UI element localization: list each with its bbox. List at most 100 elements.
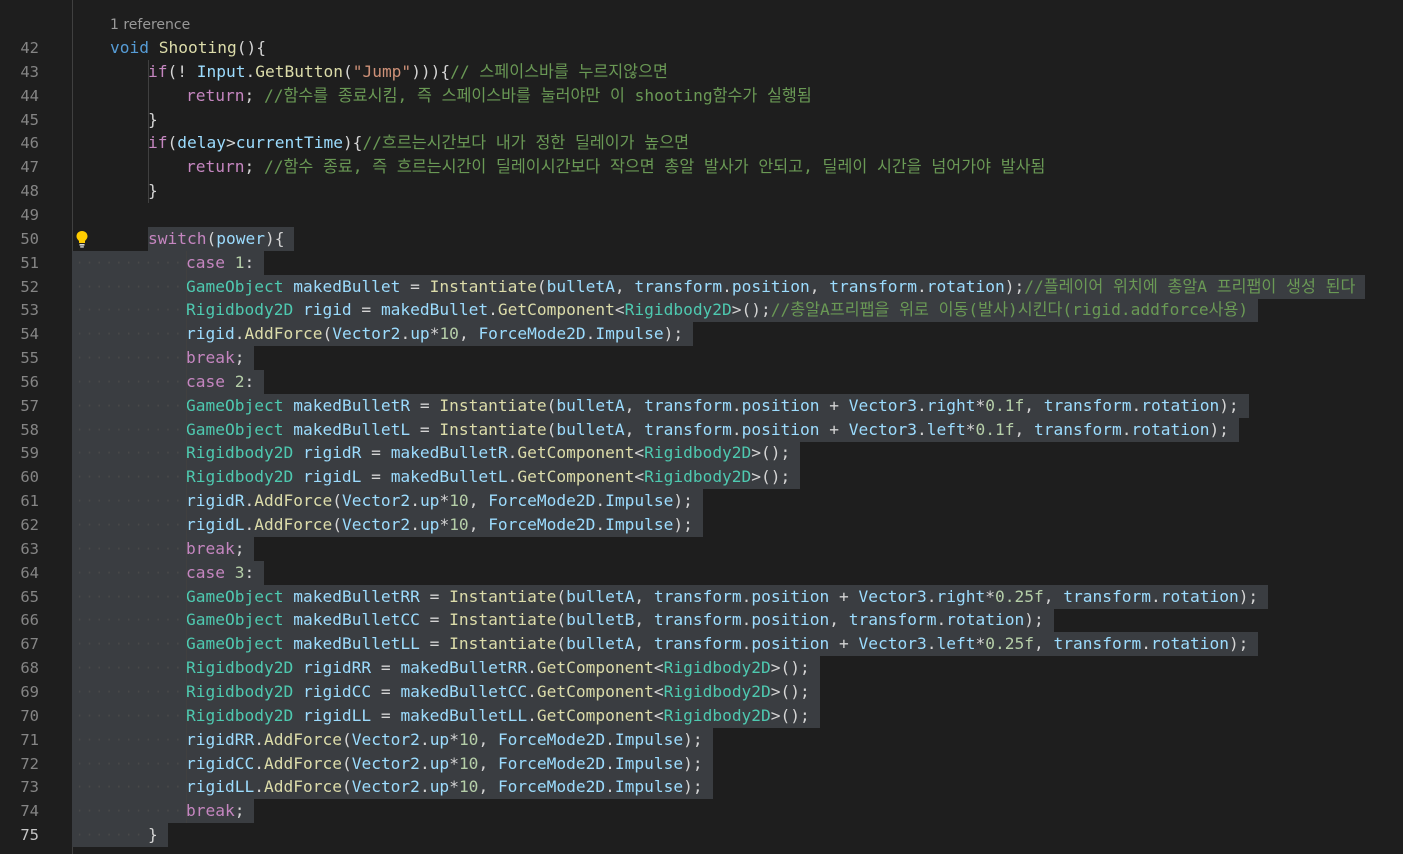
code-token: position bbox=[741, 419, 820, 439]
codelens-references[interactable]: 1 reference bbox=[110, 15, 190, 35]
code-line[interactable]: 73··················rigidLL.AddForce(Vec… bbox=[0, 775, 1403, 800]
code-line[interactable]: 64 ·················· case 3: bbox=[0, 560, 1403, 585]
code-text[interactable]: GameObject makedBullet = Instantiate(bul… bbox=[186, 275, 1355, 299]
whitespace-dots: ·················· bbox=[76, 661, 182, 676]
code-line[interactable]: 74 ·················· break; bbox=[0, 799, 1403, 824]
code-line[interactable]: 56 ·················· case 2: bbox=[0, 369, 1403, 394]
code-line[interactable]: 61··················rigidR.AddForce(Vect… bbox=[0, 489, 1403, 514]
code-line[interactable]: 52 ·················· GameObject makedBull… bbox=[0, 274, 1403, 299]
code-token: // 스페이스바를 누르지않으면 bbox=[450, 61, 668, 81]
code-line[interactable]: 72··················rigidCC.AddForce(Vec… bbox=[0, 751, 1403, 776]
code-line[interactable]: 67 ·················· GameObject makedBull… bbox=[0, 632, 1403, 657]
code-line[interactable]: 68 ·················· Rigidbody2D rigidRR … bbox=[0, 656, 1403, 681]
whitespace-dots: ·················· bbox=[76, 494, 182, 509]
lightbulb-icon[interactable] bbox=[75, 230, 89, 248]
code-text[interactable]: Rigidbody2D rigid = makedBullet.GetCompo… bbox=[186, 298, 1248, 322]
code-text[interactable]: case 2: bbox=[186, 370, 254, 394]
code-line[interactable]: 43 if(! Input.GetButton("Jump"))){// 스페이스… bbox=[0, 60, 1403, 84]
line-number: 71 bbox=[20, 730, 39, 749]
code-text[interactable]: Rigidbody2D rigidR = makedBulletR.GetCom… bbox=[186, 441, 790, 465]
code-token: position bbox=[751, 586, 830, 606]
code-text[interactable]: return; //함수 종료, 즉 흐르는시간이 딜레이시간보다 작으면 총알… bbox=[186, 155, 1045, 179]
code-token: GameObject bbox=[186, 419, 284, 439]
code-text[interactable]: rigidCC.AddForce(Vector2.up*10, ForceMod… bbox=[186, 752, 703, 776]
code-line[interactable]: 71 ·················· rigidRR.AddForce(Vec… bbox=[0, 727, 1403, 752]
code-text[interactable]: void Shooting(){ bbox=[110, 36, 266, 60]
code-token: ( bbox=[341, 753, 352, 773]
code-text[interactable]: break; bbox=[186, 799, 244, 823]
code-text[interactable]: GameObject makedBulletRR = Instantiate(b… bbox=[186, 585, 1258, 609]
code-text[interactable]: rigid.AddForce(Vector2.up*10, ForceMode2… bbox=[186, 322, 683, 346]
code-token: : bbox=[244, 562, 255, 582]
code-line[interactable]: 70 ·················· Rigidbody2D rigidLL … bbox=[0, 703, 1403, 728]
code-line[interactable]: 42 void Shooting(){ bbox=[0, 36, 1403, 60]
code-line[interactable]: 63 ·················· break; bbox=[0, 536, 1403, 561]
code-text[interactable]: break; bbox=[186, 537, 244, 561]
code-line[interactable]: 45} bbox=[0, 108, 1403, 132]
code-token: transform bbox=[1063, 586, 1151, 606]
code-token: bulletA bbox=[546, 276, 615, 296]
code-token: ; bbox=[234, 801, 245, 821]
code-line[interactable]: 59 ·················· Rigidbody2D rigidR =… bbox=[0, 441, 1403, 466]
code-line[interactable]: 57 ·················· GameObject makedBull… bbox=[0, 393, 1403, 418]
code-line[interactable]: 49 bbox=[0, 203, 1403, 227]
code-line[interactable]: 53 ·················· Rigidbody2D rigid = … bbox=[0, 298, 1403, 323]
code-text[interactable]: if(! Input.GetButton("Jump"))){// 스페이스바를… bbox=[148, 60, 668, 84]
code-line[interactable]: 55 ·················· break; bbox=[0, 346, 1403, 371]
code-text[interactable]: GameObject makedBulletLL = Instantiate(b… bbox=[186, 632, 1248, 656]
code-text[interactable]: break; bbox=[186, 346, 244, 370]
code-text[interactable]: case 3: bbox=[186, 561, 254, 585]
code-text[interactable]: GameObject makedBulletR = Instantiate(bu… bbox=[186, 394, 1239, 418]
code-token: < bbox=[614, 300, 625, 320]
code-token: Rigidbody2D bbox=[186, 443, 294, 463]
code-token: makedBulletCC bbox=[400, 681, 528, 701]
code-line[interactable]: 51 ·················· case 1: bbox=[0, 250, 1403, 275]
whitespace-dots: ·················· bbox=[76, 613, 182, 628]
code-line[interactable]: 44 return; //함수를 종료시킴, 즉 스페이스바를 눌러야만 이 sh… bbox=[0, 84, 1403, 108]
code-token: left bbox=[936, 634, 976, 654]
code-line[interactable]: 75 ··················} bbox=[0, 823, 1403, 848]
code-token: , bbox=[478, 729, 498, 749]
code-token: rigidR bbox=[186, 491, 245, 511]
code-text[interactable]: return; //함수를 종료시킴, 즉 스페이스바를 눌러야만 이 shoo… bbox=[186, 84, 812, 108]
code-token: . bbox=[595, 491, 606, 511]
code-line[interactable]: 54 ·················· rigid. AddForce(Vecto… bbox=[0, 322, 1403, 347]
code-editor[interactable]: 1 reference 42 void Shooting(){43 if(! Inp… bbox=[0, 0, 1403, 854]
code-token: = bbox=[410, 395, 440, 415]
code-text[interactable]: Rigidbody2D rigidLL = makedBulletLL.GetC… bbox=[186, 704, 810, 728]
code-text[interactable]: GameObject makedBulletCC = Instantiate(b… bbox=[186, 608, 1044, 632]
code-line[interactable]: 69 ·················· Rigidbody2D rigidCC … bbox=[0, 679, 1403, 704]
code-line[interactable]: 48} bbox=[0, 179, 1403, 203]
code-token: Shooting bbox=[158, 38, 237, 57]
code-line[interactable]: 50 switch(power){ bbox=[0, 226, 1403, 251]
code-line[interactable]: 60 ·················· Rigidbody2D rigidL =… bbox=[0, 465, 1403, 490]
code-text[interactable]: rigidRR.AddForce(Vector2.up*10, ForceMod… bbox=[186, 728, 703, 752]
code-token: break bbox=[186, 801, 235, 821]
code-line[interactable]: 47 return; //함수 종료, 즉 흐르는시간이 딜레이시간보다 작으면 … bbox=[0, 155, 1403, 179]
code-text[interactable]: case 1: bbox=[186, 251, 254, 275]
code-text[interactable]: rigidL.AddForce(Vector2.up*10, ForceMode… bbox=[186, 513, 693, 537]
code-text[interactable]: switch(power){ bbox=[148, 227, 284, 251]
code-line[interactable]: 58 ·················· GameObject makedBull… bbox=[0, 417, 1403, 442]
whitespace-dots: ·················· bbox=[76, 732, 182, 747]
code-text[interactable]: if(delay>currentTime){//흐르는시간보다 내가 정한 딜레… bbox=[148, 131, 689, 155]
code-text[interactable]: Rigidbody2D rigidCC = makedBulletCC.GetC… bbox=[186, 680, 810, 704]
code-line[interactable]: 65 ·················· GameObject makedBull… bbox=[0, 584, 1403, 609]
code-token: < bbox=[653, 705, 664, 725]
code-text[interactable]: Rigidbody2D rigidRR = makedBulletRR.GetC… bbox=[186, 656, 810, 680]
code-line[interactable]: 62··················rigidL.AddForce(Vect… bbox=[0, 513, 1403, 537]
code-token: makedBullet bbox=[380, 300, 489, 320]
code-text[interactable]: rigidR.AddForce(Vector2.up*10, ForceMode… bbox=[186, 489, 693, 513]
code-text[interactable]: } bbox=[148, 179, 158, 203]
code-line[interactable]: 46 if(delay>currentTime){//흐르는시간보다 내가 정한 … bbox=[0, 131, 1403, 155]
code-token: , bbox=[1034, 634, 1054, 654]
code-text[interactable]: GameObject makedBulletL = Instantiate(bu… bbox=[186, 418, 1229, 442]
code-text[interactable]: Rigidbody2D rigidL = makedBulletL.GetCom… bbox=[186, 465, 790, 489]
code-line[interactable]: 66 ·················· GameObject makedBull… bbox=[0, 608, 1403, 633]
code-text[interactable]: rigidLL.AddForce(Vector2.up*10, ForceMod… bbox=[186, 775, 703, 799]
code-text[interactable]: } bbox=[148, 108, 158, 132]
code-text[interactable]: } bbox=[148, 823, 158, 847]
code-token: . bbox=[507, 443, 518, 463]
